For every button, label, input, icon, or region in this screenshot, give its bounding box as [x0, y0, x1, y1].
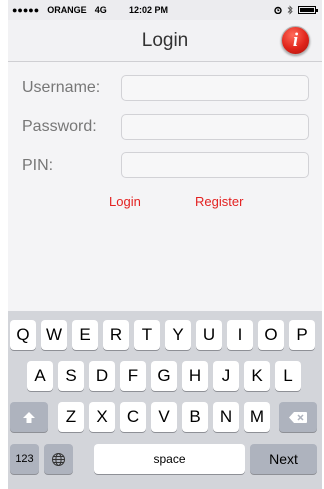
password-input[interactable] [121, 114, 309, 140]
status-time: 12:02 PM [129, 5, 169, 15]
key-z[interactable]: Z [58, 402, 84, 432]
delete-icon [289, 411, 307, 423]
register-button[interactable]: Register [195, 194, 243, 209]
key-y[interactable]: Y [165, 320, 191, 350]
username-input[interactable] [121, 75, 309, 101]
key-o[interactable]: O [258, 320, 284, 350]
shift-icon [23, 411, 35, 423]
alarm-icon [274, 6, 282, 14]
key-q[interactable]: Q [10, 320, 36, 350]
username-label: Username: [22, 79, 101, 96]
key-i[interactable]: I [227, 320, 253, 350]
status-bar: ●●●●● ORANGE 4G 12:02 PM [8, 0, 322, 20]
key-w[interactable]: W [41, 320, 67, 350]
info-icon: i [292, 30, 299, 51]
navigation-bar: Login i [8, 20, 322, 62]
space-key[interactable]: space [94, 444, 245, 474]
pin-label: PIN: [22, 157, 54, 174]
key-v[interactable]: V [151, 402, 177, 432]
carrier-name: ORANGE [47, 5, 87, 15]
battery-icon [298, 6, 318, 14]
key-l[interactable]: L [275, 361, 301, 391]
numbers-key[interactable]: 123 [10, 444, 39, 474]
key-r[interactable]: R [103, 320, 129, 350]
next-key[interactable]: Next [250, 444, 317, 474]
phone-screen: ●●●●● ORANGE 4G 12:02 PM Login i Username:… [8, 0, 322, 489]
key-m[interactable]: M [244, 402, 270, 432]
key-h[interactable]: H [182, 361, 208, 391]
key-f[interactable]: F [120, 361, 146, 391]
key-e[interactable]: E [72, 320, 98, 350]
key-a[interactable]: A [27, 361, 53, 391]
key-n[interactable]: N [213, 402, 239, 432]
bluetooth-icon [287, 5, 293, 15]
key-t[interactable]: T [134, 320, 160, 350]
key-k[interactable]: K [244, 361, 270, 391]
key-b[interactable]: B [182, 402, 208, 432]
login-button[interactable]: Login [109, 194, 141, 209]
signal-strength: ●●●●● [12, 5, 40, 15]
key-g[interactable]: G [151, 361, 177, 391]
key-x[interactable]: X [89, 402, 115, 432]
info-button[interactable]: i [281, 26, 310, 55]
network-type: 4G [94, 5, 107, 15]
key-u[interactable]: U [196, 320, 222, 350]
key-c[interactable]: C [120, 402, 146, 432]
key-d[interactable]: D [89, 361, 115, 391]
key-p[interactable]: P [289, 320, 315, 350]
globe-key[interactable] [44, 444, 73, 474]
pin-input[interactable] [121, 152, 309, 178]
delete-key[interactable] [279, 402, 317, 432]
key-j[interactable]: J [213, 361, 239, 391]
keyboard: Q W E R T Y U I O P A S D F G H J K L Z … [8, 311, 322, 489]
globe-icon [52, 452, 65, 466]
shift-key[interactable] [10, 402, 48, 432]
page-title: Login [141, 30, 189, 51]
password-label: Password: [22, 118, 97, 135]
key-s[interactable]: S [58, 361, 84, 391]
